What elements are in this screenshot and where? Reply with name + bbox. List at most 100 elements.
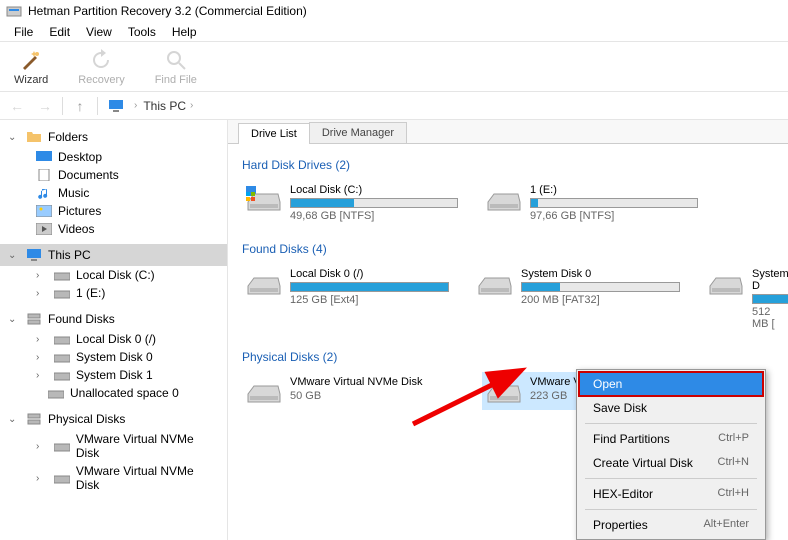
context-menu-label: HEX-Editor — [593, 487, 653, 501]
collapse-icon: ⌄ — [8, 314, 20, 325]
menu-view[interactable]: View — [78, 23, 120, 41]
breadcrumb-root[interactable]: This PC — [143, 99, 186, 113]
drive-list-view: Hard Disk Drives (2) Local Disk (C:) 49,… — [228, 144, 788, 540]
drive-icon — [54, 333, 70, 345]
drive-name: Local Disk (C:) — [290, 184, 458, 196]
context-menu-item[interactable]: Save Disk — [579, 396, 763, 420]
monitor-icon — [108, 98, 124, 114]
window-title: Hetman Partition Recovery 3.2 (Commercia… — [28, 4, 307, 18]
drive-card[interactable]: System Disk 0 200 MB [FAT32] — [473, 264, 684, 334]
tree-this-pc[interactable]: ⌄ This PC — [0, 244, 227, 266]
context-menu-item[interactable]: Find PartitionsCtrl+P — [579, 427, 763, 451]
tree-folders[interactable]: ⌄ Folders — [0, 126, 227, 148]
collapse-icon: ⌄ — [8, 414, 20, 425]
tree-item-physical-0[interactable]: ›VMware Virtual NVMe Disk — [28, 430, 227, 462]
chevron-right-icon: › — [190, 100, 193, 111]
menu-bar: File Edit View Tools Help — [0, 22, 788, 42]
menu-edit[interactable]: Edit — [41, 23, 78, 41]
drive-icon — [54, 269, 70, 281]
tree-item-found-0[interactable]: ›Local Disk 0 (/) — [28, 330, 227, 348]
tree-item-found-1[interactable]: ›System Disk 0 — [28, 348, 227, 366]
recovery-icon — [89, 48, 113, 72]
search-icon — [164, 48, 188, 72]
video-icon — [36, 223, 52, 235]
tree-item-local-disk-c[interactable]: ›Local Disk (C:) — [28, 266, 227, 284]
context-menu-label: Open — [593, 377, 622, 391]
tree-item-found-3[interactable]: Unallocated space 0 — [28, 384, 227, 402]
disk-icon — [246, 378, 282, 406]
drive-card[interactable]: 1 (E:) 97,66 GB [NTFS] — [482, 180, 702, 226]
drive-icon — [54, 440, 70, 452]
tree-item-found-2[interactable]: ›System Disk 1 — [28, 366, 227, 384]
drive-icon — [54, 369, 70, 381]
menu-help[interactable]: Help — [164, 23, 205, 41]
context-menu-label: Save Disk — [593, 401, 647, 415]
usage-bar — [290, 282, 449, 292]
drive-subtitle: 125 GB [Ext4] — [290, 294, 449, 306]
disk-icon — [246, 186, 282, 214]
context-menu-label: Create Virtual Disk — [593, 456, 693, 470]
drive-name: System Disk 0 — [521, 268, 680, 280]
monitor-icon — [26, 247, 42, 263]
drive-icon — [54, 351, 70, 363]
context-menu-separator — [585, 478, 757, 479]
collapse-icon: ⌄ — [8, 132, 20, 143]
tree-item-music[interactable]: Music — [28, 184, 227, 202]
context-menu-item[interactable]: Properties Alt+Enter — [579, 513, 763, 537]
wand-icon — [19, 48, 43, 72]
tree-item-desktop[interactable]: Desktop — [28, 148, 227, 166]
tab-drive-list[interactable]: Drive List — [238, 123, 310, 144]
drive-subtitle: 50 GB — [290, 390, 458, 402]
context-menu-item[interactable]: Create Virtual Disk Ctrl+N — [579, 451, 763, 475]
find-file-button: Find File — [149, 46, 203, 88]
context-menu-separator — [585, 423, 757, 424]
tree-physical-disks[interactable]: ⌄ Physical Disks — [0, 408, 227, 430]
drive-icon — [54, 472, 70, 484]
menu-file[interactable]: File — [6, 23, 41, 41]
context-menu-item[interactable]: HEX-Editor Ctrl+H — [579, 482, 763, 506]
drive-card[interactable]: VMware Virtual NVMe Disk 50 GB — [242, 372, 462, 410]
tab-drive-manager[interactable]: Drive Manager — [309, 122, 407, 143]
drive-stack-icon — [26, 411, 42, 427]
nav-forward-button[interactable]: → — [34, 95, 56, 117]
desktop-icon — [36, 151, 52, 163]
usage-bar — [521, 282, 680, 292]
nav-back-button[interactable]: ← — [6, 95, 28, 117]
tree-item-videos[interactable]: Videos — [28, 220, 227, 238]
drive-card[interactable]: Local Disk 0 (/) 125 GB [Ext4] — [242, 264, 453, 334]
tree-item-pictures[interactable]: Pictures — [28, 202, 227, 220]
tree-item-physical-1[interactable]: ›VMware Virtual NVMe Disk — [28, 462, 227, 494]
tree-item-drive-e[interactable]: ›1 (E:) — [28, 284, 227, 302]
context-menu-label: Properties — [593, 518, 648, 532]
usage-bar — [752, 294, 788, 304]
context-menu: OpenSave DiskFind PartitionsCtrl+PCreate… — [576, 369, 766, 540]
tree-found-disks[interactable]: ⌄ Found Disks — [0, 308, 227, 330]
context-menu-shortcut: Ctrl+H — [718, 487, 749, 501]
usage-bar — [530, 198, 698, 208]
section-physical-disks: Physical Disks (2) — [242, 350, 774, 364]
context-menu-item[interactable]: Open — [579, 372, 763, 396]
nav-up-button[interactable]: ↑ — [69, 95, 91, 117]
drive-card[interactable]: Local Disk (C:) 49,68 GB [NTFS] — [242, 180, 462, 226]
drive-stack-icon — [26, 311, 42, 327]
drive-subtitle: 512 MB [ — [752, 306, 788, 330]
title-bar: Hetman Partition Recovery 3.2 (Commercia… — [0, 0, 788, 22]
main-panel: Drive List Drive Manager Hard Disk Drive… — [228, 120, 788, 540]
section-hard-disks: Hard Disk Drives (2) — [242, 158, 774, 172]
drive-card[interactable]: System D 512 MB [ — [704, 264, 774, 334]
toolbar: Wizard Recovery Find File — [0, 42, 788, 92]
disk-icon — [486, 186, 522, 214]
wizard-button[interactable]: Wizard — [8, 46, 54, 88]
menu-tools[interactable]: Tools — [120, 23, 164, 41]
tree-item-documents[interactable]: Documents — [28, 166, 227, 184]
drive-name: Local Disk 0 (/) — [290, 268, 449, 280]
breadcrumb-chevron[interactable]: › — [134, 100, 137, 111]
tab-strip: Drive List Drive Manager — [228, 120, 788, 144]
disk-icon — [486, 378, 522, 406]
breadcrumb: This PC › — [143, 99, 193, 113]
context-menu-shortcut: Alt+Enter — [703, 518, 749, 532]
recovery-button: Recovery — [72, 46, 130, 88]
drive-icon — [54, 287, 70, 299]
context-menu-shortcut: Ctrl+N — [718, 456, 749, 470]
disk-icon — [246, 270, 282, 298]
